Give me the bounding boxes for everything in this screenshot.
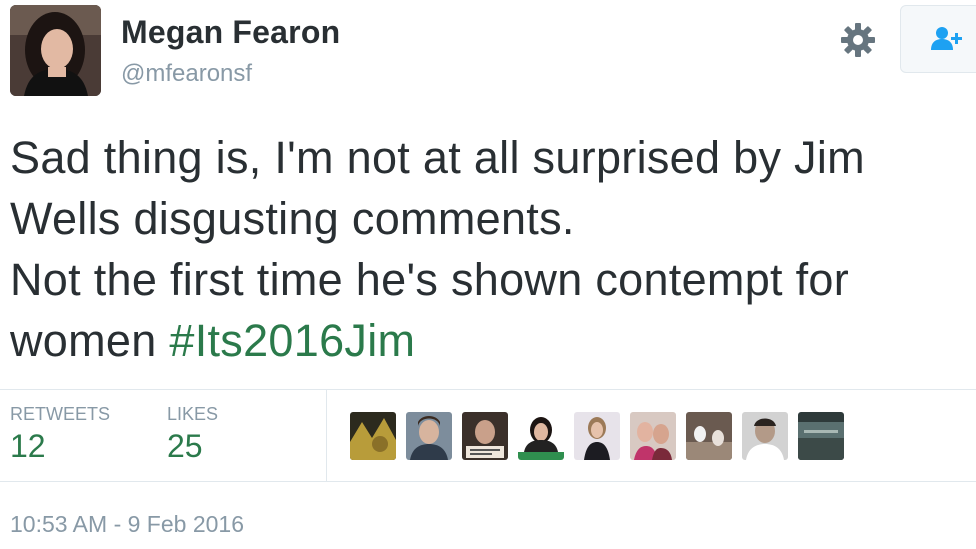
gear-icon[interactable]	[838, 20, 878, 60]
liker-avatar[interactable]	[462, 412, 508, 460]
tweet-line: women #Its2016Jim	[10, 310, 972, 371]
avatar[interactable]	[10, 5, 101, 96]
liker-avatar[interactable]	[630, 412, 676, 460]
liker-avatar[interactable]	[518, 412, 564, 460]
tweet-text: Sad thing is, I'm not at all surprised b…	[10, 127, 972, 371]
tweet-line: Wells disgusting comments.	[10, 193, 575, 244]
liker-avatar[interactable]	[350, 412, 396, 460]
liker-avatar[interactable]	[406, 412, 452, 460]
likes-count[interactable]: 25	[167, 428, 203, 465]
liker-avatar[interactable]	[574, 412, 620, 460]
avatar-image	[10, 5, 101, 96]
tweet-line-text: women	[10, 315, 170, 366]
tweet-line: Sad thing is, I'm not at all surprised b…	[10, 132, 865, 183]
liker-avatar[interactable]	[798, 412, 844, 460]
divider	[0, 481, 976, 482]
user-handle[interactable]: @mfearonsf	[121, 60, 252, 88]
tweet-timestamp[interactable]: 10:53 AM - 9 Feb 2016	[10, 511, 244, 538]
retweets-label: RETWEETS	[10, 404, 111, 424]
liker-avatar[interactable]	[742, 412, 788, 460]
liker-avatar[interactable]	[686, 412, 732, 460]
likes-label: LIKES	[167, 404, 219, 424]
display-name[interactable]: Megan Fearon	[121, 14, 340, 51]
tweet-line: Not the first time he's shown contempt f…	[10, 254, 850, 305]
hashtag-link[interactable]: #Its2016Jim	[169, 315, 415, 366]
follow-button[interactable]	[900, 5, 976, 73]
retweets-count[interactable]: 12	[10, 428, 46, 465]
divider	[0, 389, 976, 390]
stats-separator	[326, 390, 327, 481]
follow-user-icon	[931, 27, 962, 50]
